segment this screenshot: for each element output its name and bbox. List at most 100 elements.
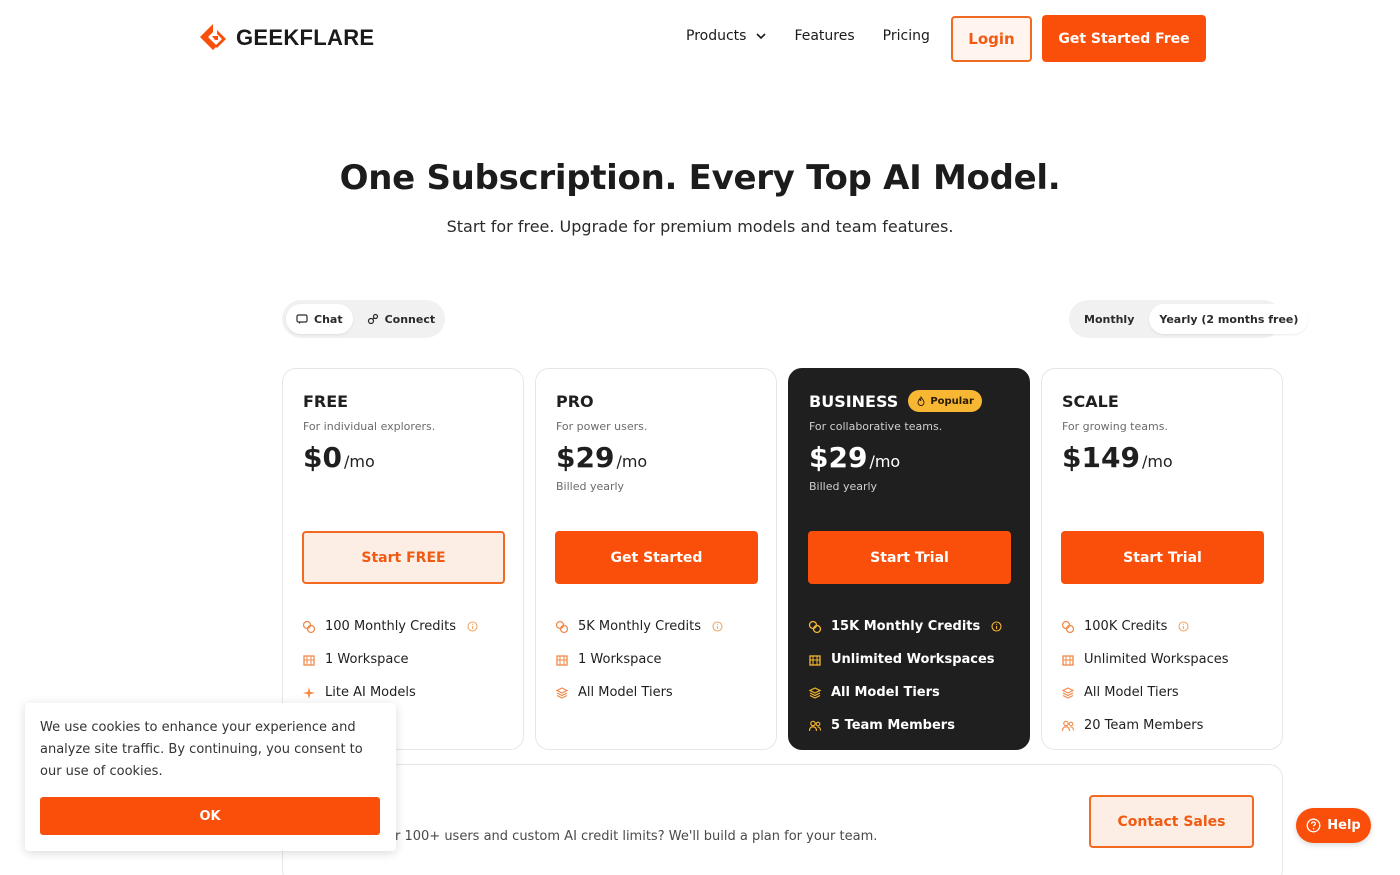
feature-label: All Model Tiers (578, 685, 673, 700)
start-trial-button[interactable]: Start Trial (808, 531, 1011, 584)
plan-name-row: BUSINESS Popular (809, 389, 1009, 413)
chat-icon (296, 314, 308, 324)
feature-label: All Model Tiers (1084, 685, 1179, 700)
feature-label: All Model Tiers (831, 685, 940, 700)
plan-description: For individual explorers. (303, 420, 436, 433)
info-icon[interactable] (991, 621, 1002, 632)
feature-label: 100K Credits (1084, 619, 1168, 634)
enterprise-banner: r 100+ users and custom AI credit limits… (282, 764, 1283, 875)
mode-connect-label: Connect (384, 312, 436, 326)
plan-name: SCALE (1062, 391, 1119, 411)
nav-features-label: Features (794, 28, 855, 44)
nav-pricing[interactable]: Pricing (883, 28, 930, 44)
feature-item: 1 Workspace (555, 643, 723, 676)
popular-badge: Popular (908, 390, 982, 412)
popular-badge-label: Popular (930, 395, 974, 407)
layers-icon (808, 686, 822, 699)
plan-period: /mo (869, 452, 901, 471)
connect-icon (367, 313, 378, 325)
help-icon (1306, 818, 1321, 833)
plan-description: For collaborative teams. (809, 420, 943, 433)
plan-name: PRO (556, 391, 594, 411)
plan-price: $0 (303, 441, 342, 474)
credits-icon (808, 620, 822, 633)
get-started-button[interactable]: Get Started (555, 531, 758, 584)
feature-item: 100K Credits (1061, 610, 1229, 643)
mode-chat-button[interactable]: Chat (286, 304, 353, 334)
feature-item: All Model Tiers (1061, 676, 1229, 709)
flame-icon (917, 396, 925, 406)
mode-connect-button[interactable]: Connect (357, 304, 446, 334)
plan-price: $29 (809, 441, 868, 474)
price-row: $29 /mo (809, 441, 1009, 474)
feature-item: All Model Tiers (555, 676, 723, 709)
cookie-ok-button[interactable]: OK (40, 797, 380, 835)
feature-item: 20 Team Members (1061, 709, 1229, 742)
main-nav: Products Features Pricing (686, 28, 930, 44)
mode-chat-label: Chat (314, 312, 343, 326)
info-icon[interactable] (467, 621, 478, 632)
feature-item: 15K Monthly Credits (808, 610, 1002, 643)
plan-name: FREE (303, 391, 349, 411)
feature-item: Unlimited Workspaces (1061, 643, 1229, 676)
help-button[interactable]: Help (1296, 808, 1371, 843)
plan-billed (303, 480, 503, 494)
nav-features[interactable]: Features (794, 28, 854, 44)
chevron-down-icon (756, 33, 767, 40)
page-title: One Subscription. Every Top AI Model. (339, 158, 1061, 198)
cookie-consent-popup: We use cookies to enhance your experienc… (25, 703, 396, 851)
nav-pricing-label: Pricing (882, 28, 930, 44)
plan-description: For growing teams. (1062, 420, 1168, 433)
team-icon (1061, 720, 1075, 731)
feature-label: Unlimited Workspaces (831, 652, 995, 667)
plan-period: /mo (1141, 452, 1173, 471)
credits-icon (1061, 620, 1075, 633)
feature-list: 100 Monthly Credits 1 Workspace Lite AI … (302, 610, 478, 709)
login-button[interactable]: Login (951, 16, 1032, 62)
plan-card-free: FREE For individual explorers. $0 /mo St… (282, 368, 524, 750)
plan-name: BUSINESS (809, 391, 899, 411)
workspace-icon (303, 654, 315, 666)
feature-label: 15K Monthly Credits (831, 619, 981, 634)
feature-label: 5 Team Members (831, 718, 955, 733)
billing-yearly-button[interactable]: Yearly (2 months free) (1149, 304, 1309, 334)
start-free-button[interactable]: Start FREE (302, 531, 505, 584)
feature-label: Unlimited Workspaces (1084, 652, 1229, 667)
feature-list: 15K Monthly Credits Unlimited Workspaces… (808, 610, 1002, 742)
nav-products[interactable]: Products (686, 28, 767, 44)
feature-item: All Model Tiers (808, 676, 1002, 709)
plan-card-pro: PRO For power users. $29 /mo Billed year… (535, 368, 777, 750)
layers-icon (555, 686, 569, 699)
feature-item: 1 Workspace (302, 643, 478, 676)
logo[interactable]: GEEKFLARE (196, 21, 374, 55)
get-started-free-button[interactable]: Get Started Free (1042, 15, 1206, 62)
feature-label: 100 Monthly Credits (325, 619, 456, 634)
feature-label: Lite AI Models (325, 685, 416, 700)
plan-billed: Billed yearly (809, 480, 878, 493)
info-icon[interactable] (1178, 621, 1189, 632)
workspace-icon (556, 654, 568, 666)
feature-label: 1 Workspace (325, 652, 409, 667)
feature-label: 20 Team Members (1084, 718, 1204, 733)
credits-icon (555, 620, 569, 633)
start-trial-button[interactable]: Start Trial (1061, 531, 1264, 584)
plan-billed: Billed yearly (556, 480, 625, 493)
plan-period: /mo (343, 452, 375, 471)
plan-card-business: BUSINESS Popular For collaborative teams… (788, 368, 1030, 750)
billing-toggle: Monthly Yearly (2 months free) (1069, 300, 1309, 338)
plan-card-scale: SCALE For growing teams. $149 /mo Start … (1041, 368, 1283, 750)
workspace-icon (809, 654, 821, 666)
layers-icon (1061, 686, 1075, 699)
billing-monthly-button[interactable]: Monthly (1073, 304, 1145, 334)
feature-item: 5K Monthly Credits (555, 610, 723, 643)
plan-description: For power users. (556, 420, 648, 433)
contact-sales-button[interactable]: Contact Sales (1089, 795, 1254, 848)
credits-icon (302, 620, 316, 633)
feature-item: 100 Monthly Credits (302, 610, 478, 643)
team-icon (808, 720, 822, 731)
plan-billed (1062, 480, 1262, 494)
feature-list: 100K Credits Unlimited Workspaces All Mo… (1061, 610, 1229, 742)
info-icon[interactable] (712, 621, 723, 632)
geekflare-logo-icon (200, 24, 226, 50)
cookie-text: We use cookies to enhance your experienc… (40, 720, 363, 779)
